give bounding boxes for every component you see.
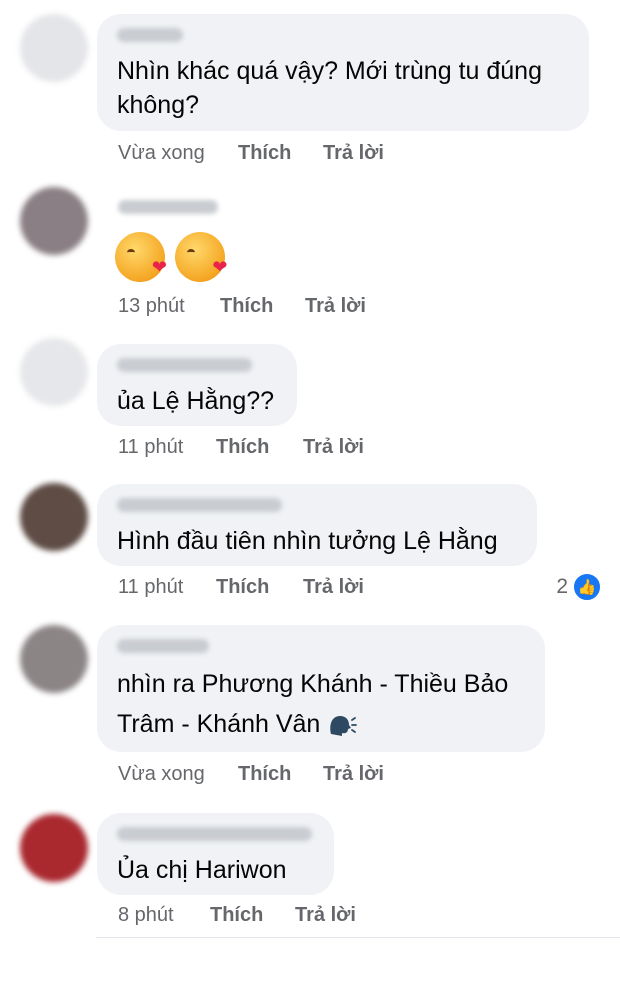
reply-button[interactable]: Trả lời (303, 576, 364, 599)
like-button[interactable]: Thích (216, 436, 269, 459)
comment-bubble: ủa Lệ Hằng?? (97, 344, 297, 426)
timestamp: Vừa xong (118, 142, 205, 164)
author-name-blurred[interactable] (118, 200, 218, 214)
avatar[interactable] (20, 625, 88, 693)
comment-text: không? (117, 91, 200, 119)
divider (96, 937, 620, 938)
comment-bubble: nhìn ra Phương Khánh - Thiều Bảo Trâm - … (97, 625, 545, 752)
avatar[interactable] (20, 187, 88, 255)
emoji-row (115, 232, 231, 287)
timestamp: 8 phút (118, 904, 174, 926)
speaking-head-icon (327, 712, 358, 738)
reply-button[interactable]: Trả lời (323, 763, 384, 786)
reaction-summary[interactable]: 2 👍 (556, 572, 602, 602)
author-name-blurred[interactable] (117, 28, 183, 42)
timestamp: 11 phút (118, 576, 184, 598)
like-button[interactable]: Thích (210, 904, 263, 927)
thumbs-up-icon: 👍 (572, 572, 602, 602)
like-button[interactable]: Thích (220, 295, 273, 318)
reply-button[interactable]: Trả lời (323, 142, 384, 165)
comment-bubble: Nhìn khác quá vậy? Mới trùng tu đúng khô… (97, 14, 589, 131)
comment-text: nhìn ra Phương Khánh - Thiều Bảo (117, 670, 509, 698)
avatar[interactable] (20, 14, 88, 82)
like-button[interactable]: Thích (216, 576, 269, 599)
comment-text-line: Trâm - Khánh Vân (117, 707, 358, 741)
author-name-blurred[interactable] (117, 639, 209, 653)
timestamp: 13 phút (118, 295, 185, 317)
comment-text: ủa Lệ Hằng?? (117, 387, 275, 415)
reply-button[interactable]: Trả lời (295, 904, 356, 927)
comment-bubble: Hình đầu tiên nhìn tưởng Lệ Hằng (97, 484, 537, 566)
reply-button[interactable]: Trả lời (305, 295, 366, 318)
author-name-blurred[interactable] (117, 358, 252, 372)
like-button[interactable]: Thích (238, 763, 291, 786)
like-button[interactable]: Thích (238, 142, 291, 165)
reaction-count: 2 (556, 575, 568, 598)
avatar[interactable] (20, 483, 88, 551)
avatar[interactable] (20, 814, 88, 882)
comment-text: Hình đầu tiên nhìn tưởng Lệ Hằng (117, 527, 498, 555)
comment-text: Nhìn khác quá vậy? Mới trùng tu đúng (117, 57, 542, 85)
kissing-heart-emoji-icon (175, 232, 227, 282)
comment-text: Ủa chị Hariwon (117, 856, 287, 884)
comment-text: Trâm - Khánh Vân (117, 710, 321, 738)
reply-button[interactable]: Trả lời (303, 436, 364, 459)
kissing-heart-emoji-icon (115, 232, 167, 282)
avatar[interactable] (20, 338, 88, 406)
timestamp: Vừa xong (118, 763, 205, 785)
author-name-blurred[interactable] (117, 827, 312, 841)
author-name-blurred[interactable] (117, 498, 282, 512)
timestamp: 11 phút (118, 436, 184, 458)
comment-bubble: Ủa chị Hariwon (97, 813, 334, 895)
